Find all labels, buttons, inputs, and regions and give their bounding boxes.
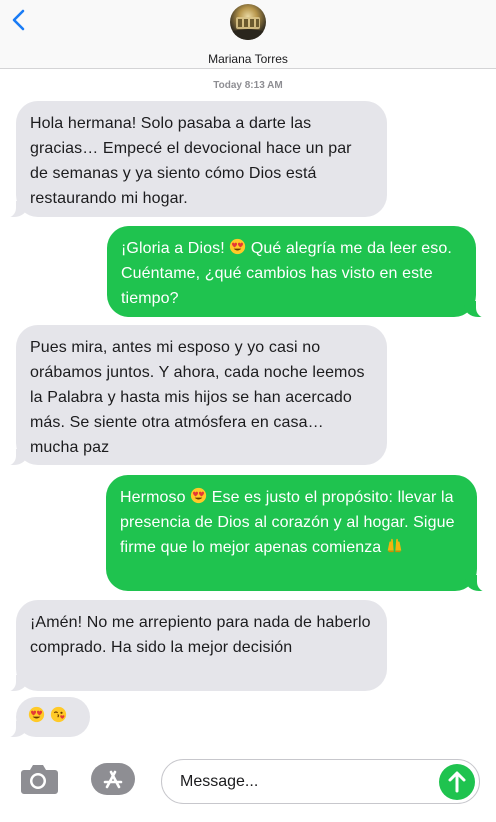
- conversation-header: Mariana Torres: [0, 0, 496, 69]
- raised-hands-emoji: [387, 538, 402, 553]
- contact-name[interactable]: Mariana Torres: [0, 52, 496, 66]
- message-timestamp: Today 8:13 AM: [213, 80, 283, 91]
- message-text: ¡Amén! No me arrepiento para nada de hab…: [30, 614, 371, 656]
- outgoing-message[interactable]: Hermoso Ese es justo el propósito: lleva…: [106, 475, 489, 592]
- heart-eyes-emoji: [28, 706, 45, 723]
- outgoing-message[interactable]: ¡Gloria a Dios! Qué alegría me da leer e…: [107, 226, 488, 318]
- heart-eyes-emoji: [230, 238, 246, 255]
- message-input[interactable]: [180, 771, 430, 793]
- incoming-message[interactable]: Hola hermana! Solo pasaba a darte las gr…: [4, 101, 387, 218]
- incoming-message[interactable]: ¡Amén! No me arrepiento para nada de hab…: [4, 600, 387, 692]
- kissing-face-emoji: [50, 706, 66, 723]
- message-text: Pues mira, antes mi esposo y yo casi no …: [30, 339, 365, 456]
- incoming-message[interactable]: Pues mira, antes mi esposo y yo casi no …: [4, 325, 387, 466]
- incoming-emoji-message[interactable]: [4, 697, 90, 738]
- heart-eyes-emoji: [191, 487, 207, 504]
- send-arrow-icon[interactable]: [439, 764, 475, 800]
- message-input-field[interactable]: [161, 759, 480, 804]
- message-text: Hola hermana! Solo pasaba a darte las gr…: [30, 115, 352, 207]
- avatar[interactable]: [230, 4, 266, 40]
- message-text: Hermoso: [120, 489, 191, 506]
- camera-icon[interactable]: [17, 762, 59, 796]
- app-store-icon[interactable]: [90, 762, 136, 796]
- message-text: ¡Gloria a Dios!: [121, 240, 230, 257]
- chevron-left-icon[interactable]: [8, 6, 30, 34]
